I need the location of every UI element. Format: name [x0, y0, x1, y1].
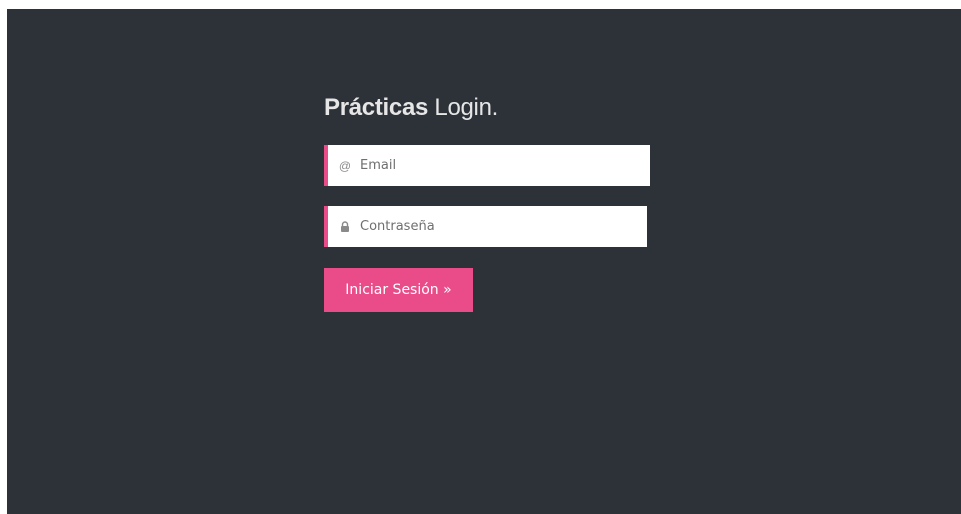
lock-icon — [338, 221, 352, 232]
email-input[interactable] — [360, 158, 620, 173]
email-field[interactable]: @ — [324, 145, 650, 186]
page-background: Prácticas Login. @ Iniciar Sesión » — [7, 9, 961, 514]
login-form: Prácticas Login. @ Iniciar Sesión » — [324, 93, 654, 312]
login-button[interactable]: Iniciar Sesión » — [324, 268, 473, 312]
password-field[interactable] — [324, 206, 647, 247]
password-input[interactable] — [360, 219, 620, 234]
page-title: Prácticas Login. — [324, 93, 654, 127]
title-brand: Prácticas — [324, 94, 429, 121]
title-suffix: Login. — [428, 94, 499, 121]
at-icon: @ — [338, 158, 352, 173]
